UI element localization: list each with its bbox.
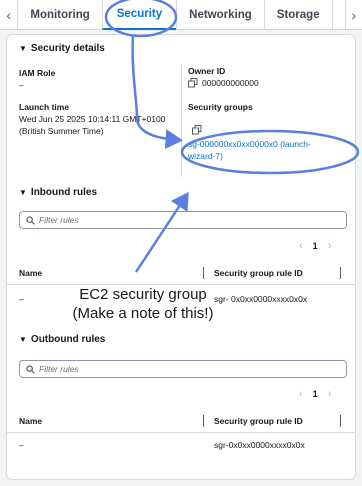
security-group-link-continued[interactable]: wizard-7) <box>188 150 223 162</box>
security-panel: ▼ Security details IAM Role – Launch tim… <box>6 34 356 480</box>
caret-down-icon: ▼ <box>19 44 27 53</box>
next-page-icon[interactable]: › <box>328 388 332 400</box>
security-group-link[interactable]: sg-000000xx0xx0000x0 (launch- <box>188 138 311 150</box>
outbound-row-rule-id: sgr-0x0xx0000xxxx0x0x <box>214 440 305 450</box>
column-header-rule-id[interactable]: Security group rule ID <box>214 416 303 426</box>
copy-icon[interactable] <box>192 125 202 135</box>
page-number[interactable]: 1 <box>313 389 318 399</box>
inbound-rules-heading: Inbound rules <box>30 187 98 198</box>
launch-time-value: Wed Jun 25 2025 10:14:11 GMT+0100 <box>19 114 166 124</box>
caret-down-icon: ▼ <box>19 335 27 344</box>
tab-bar: ‹ Monitoring Security Networking Storage… <box>0 0 362 30</box>
outbound-filter-input[interactable] <box>39 364 339 374</box>
scroll-right-icon[interactable]: › <box>344 0 362 30</box>
column-resizer[interactable] <box>340 415 341 427</box>
column-resizer[interactable] <box>203 267 204 279</box>
search-icon <box>26 364 35 374</box>
security-details-heading: Security details <box>30 43 105 54</box>
owner-id-value: 000000000000 <box>202 78 259 88</box>
prev-page-icon[interactable]: ‹ <box>299 388 303 400</box>
table-divider <box>7 432 355 433</box>
annotation-text: EC2 security group (Make a note of this!… <box>58 285 228 323</box>
owner-id-label: Owner ID <box>188 66 226 76</box>
caret-down-icon: ▼ <box>19 188 27 197</box>
outbound-pagination: ‹ 1 › <box>299 388 331 400</box>
tab-networking[interactable]: Networking <box>176 0 264 30</box>
page-number[interactable]: 1 <box>313 241 318 251</box>
iam-role-label: IAM Role <box>19 68 56 78</box>
security-groups-label: Security groups <box>188 102 253 112</box>
inbound-pagination: ‹ 1 › <box>299 240 331 252</box>
annotation-line-2: (Make a note of this!) <box>72 305 214 322</box>
tab-security[interactable]: Security <box>101 0 177 30</box>
tab-monitoring[interactable]: Monitoring <box>17 0 101 30</box>
inbound-filter-input[interactable] <box>39 215 339 225</box>
tab-divider <box>331 0 345 30</box>
outbound-rules-heading: Outbound rules <box>30 334 106 345</box>
column-resizer[interactable] <box>340 267 341 279</box>
iam-role-value: – <box>19 80 24 90</box>
column-header-name[interactable]: Name <box>19 268 42 278</box>
scroll-left-icon[interactable]: ‹ <box>0 0 17 30</box>
column-header-rule-id[interactable]: Security group rule ID <box>214 268 303 278</box>
launch-time-timezone: (British Summer Time) <box>19 126 104 136</box>
annotation-line-1: EC2 security group <box>79 286 207 303</box>
outbound-rules-header[interactable]: ▼ Outbound rules <box>19 334 105 345</box>
inbound-filter-search[interactable] <box>19 211 347 229</box>
column-header-name[interactable]: Name <box>19 416 42 426</box>
outbound-filter-search[interactable] <box>19 360 347 378</box>
security-details-header[interactable]: ▼ Security details <box>19 43 105 54</box>
column-divider <box>181 65 182 177</box>
inbound-row-name: – <box>19 294 24 304</box>
next-page-icon[interactable]: › <box>328 240 332 252</box>
column-resizer[interactable] <box>203 415 204 427</box>
tab-storage[interactable]: Storage <box>263 0 332 30</box>
launch-time-label: Launch time <box>19 102 70 112</box>
copy-icon[interactable] <box>188 78 198 88</box>
prev-page-icon[interactable]: ‹ <box>299 240 303 252</box>
search-icon <box>26 215 35 225</box>
inbound-rules-header[interactable]: ▼ Inbound rules <box>19 187 97 198</box>
outbound-row-name: – <box>19 440 24 450</box>
